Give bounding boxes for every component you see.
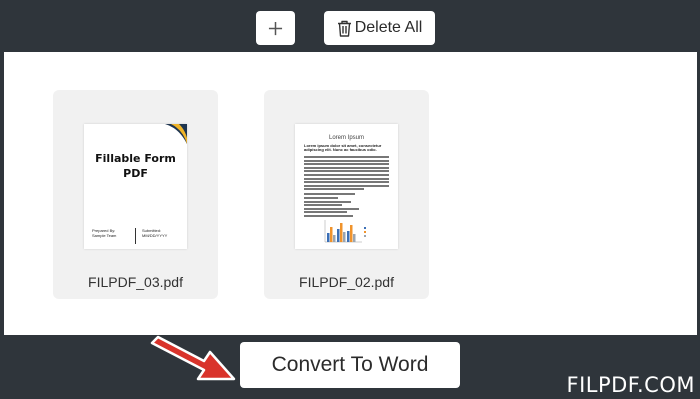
thumbnail-subtitle: Lorem ipsum dolor sit amet, consectetur … [304,143,382,152]
file-thumbnail: Lorem Ipsum Lorem ipsum dolor sit amet, … [295,124,398,249]
trash-icon [337,20,351,37]
file-card[interactable]: Fillable Form PDF Prepared By: Sample Te… [53,90,218,299]
file-workspace: Fillable Form PDF Prepared By: Sample Te… [4,52,697,335]
delete-all-button[interactable]: Delete All [324,11,435,45]
thumbnail-title: Fillable Form PDF [95,152,176,180]
file-name: FILPDF_02.pdf [299,274,394,290]
file-card[interactable]: Lorem Ipsum Lorem ipsum dolor sit amet, … [264,90,429,299]
thumbnail-footer: Prepared By: Sample Team Submitted: MM/D… [92,228,179,244]
toolbar: Delete All [0,0,700,52]
bottom-bar: Convert To Word FILPDF.COM [0,335,700,399]
thumbnail-footer-right-2: MM/DD/YYYY [142,233,168,238]
brand-watermark: FILPDF.COM [566,373,695,397]
plus-icon [268,21,283,35]
corner-decoration [165,124,187,144]
arrow-icon [150,335,236,381]
thumbnail-text-lines [304,156,389,219]
thumbnail-chart [324,220,366,243]
add-file-button[interactable] [256,11,295,45]
delete-all-label: Delete All [354,19,423,36]
thumbnail-title: Lorem Ipsum [328,135,364,141]
file-thumbnail: Fillable Form PDF Prepared By: Sample Te… [84,124,187,249]
file-name: FILPDF_03.pdf [88,274,183,290]
thumbnail-footer-left-2: Sample Team [92,233,117,238]
convert-to-word-button[interactable]: Convert To Word [240,342,460,388]
